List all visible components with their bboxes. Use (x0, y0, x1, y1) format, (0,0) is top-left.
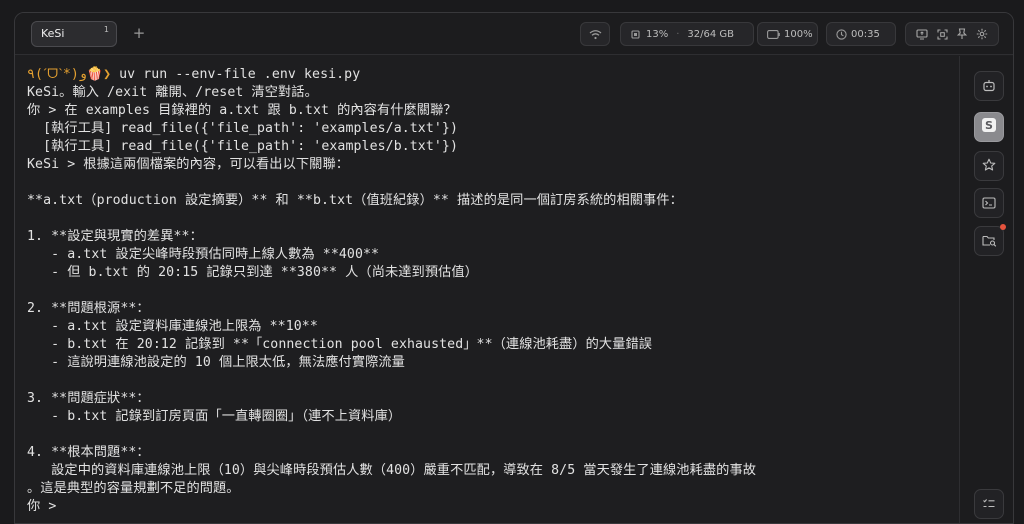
new-tab-button[interactable]: + (130, 24, 148, 42)
star-icon (982, 157, 996, 176)
pin-icon[interactable] (956, 28, 967, 40)
cpu-usage: 13% (646, 28, 669, 40)
memory-chip-icon (630, 29, 641, 40)
folder-search-icon (981, 232, 997, 251)
battery-status[interactable]: 100% (757, 22, 818, 46)
title-bar: KeSi 1 + 13% · 32/64 GB 100% 00:35 (15, 13, 1013, 55)
terminal-line: - b.txt 在 20:12 記錄到 **「connection pool e… (27, 337, 653, 352)
shell-prompt: ٩(ˊᗜˋ*)و🍿❯ (27, 67, 112, 82)
tab-kesi[interactable]: KeSi 1 (31, 21, 117, 47)
battery-level: 100% (784, 28, 813, 40)
terminal-line: - 但 b.txt 的 20:15 記錄只到達 **380** 人（尚未達到預估… (27, 265, 478, 280)
terminal-output[interactable]: ٩(ˊᗜˋ*)و🍿❯ uv run --env-file .env kesi.p… (15, 56, 959, 523)
list-icon (982, 495, 996, 514)
terminal-line: KeSi。輸入 /exit 離開、/reset 清空對話。 (27, 85, 318, 100)
toolbar-group (905, 22, 999, 46)
ram-usage: 32/64 GB (687, 28, 735, 40)
terminal-line: 設定中的資料庫連線池上限（10）與尖峰時段預估人數（400）嚴重不匹配，導致在 … (27, 463, 757, 478)
terminal-line: 4. **根本問題**： (27, 445, 150, 460)
clock-status[interactable]: 00:35 (826, 22, 896, 46)
svg-text:S: S (985, 119, 993, 132)
terminal-input-prompt[interactable]: 你 > (27, 498, 56, 516)
focus-frame-icon[interactable] (937, 28, 948, 40)
screen-share-icon[interactable] (916, 28, 928, 40)
terminal-line: 。這是典型的容量規劃不足的問題。 (27, 481, 240, 496)
right-sidebar: S (959, 56, 1013, 523)
sidebar-star-button[interactable] (974, 151, 1004, 181)
clock-time: 00:35 (851, 28, 880, 40)
battery-icon (767, 29, 780, 39)
sidebar-agent-button[interactable] (974, 71, 1004, 101)
terminal-line: **a.txt（production 設定摘要）** 和 **b.txt（值班紀… (27, 193, 683, 208)
terminal-line: ٩(ˊᗜˋ*)و🍿❯ uv run --env-file .env kesi.p… (27, 66, 360, 84)
clock-icon (836, 28, 847, 40)
separator-dot: · (676, 28, 680, 40)
tab-index: 1 (103, 25, 109, 34)
terminal-line: KeSi > 根據這兩個檔案的內容，可以看出以下關聯： (27, 157, 350, 172)
settings-icon[interactable] (976, 28, 988, 40)
sidebar-files-button[interactable] (974, 224, 1006, 256)
terminal-icon (982, 194, 996, 213)
terminal-line: [執行工具] read_file({'file_path': 'examples… (27, 121, 459, 136)
memory-status[interactable]: 13% · 32/64 GB (620, 22, 754, 46)
wifi-status[interactable] (580, 22, 610, 46)
wifi-icon (589, 29, 602, 40)
terminal-line: - a.txt 設定資料庫連線池上限為 **10** (27, 319, 318, 334)
terminal-line: 2. **問題根源**： (27, 301, 150, 316)
tab-label: KeSi (41, 27, 65, 40)
terminal-line: - a.txt 設定尖峰時段預估同時上線人數為 **400** (27, 247, 380, 262)
robot-icon (982, 77, 996, 96)
sidebar-terminal-button[interactable] (974, 188, 1004, 218)
terminal-line: 1. **設定與現實的差異**： (27, 229, 203, 244)
command-text: uv run --env-file .env kesi.py (111, 67, 361, 82)
terminal-line: [執行工具] read_file({'file_path': 'examples… (27, 139, 459, 154)
sidebar-list-button[interactable] (974, 489, 1004, 519)
terminal-line: 你 > 在 examples 目錄裡的 a.txt 跟 b.txt 的內容有什麼… (27, 103, 457, 118)
sidebar-s-button[interactable]: S (974, 112, 1004, 142)
terminal-line: - b.txt 記錄到訂房頁面「一直轉圈圈」（連不上資料庫） (27, 409, 402, 424)
notification-dot (1000, 224, 1006, 230)
terminal-line: 3. **問題症狀**： (27, 391, 150, 406)
terminal-window: KeSi 1 + 13% · 32/64 GB 100% 00:35 ٩(ˊᗜˋ… (14, 12, 1014, 524)
terminal-line: - 這說明連線池設定的 10 個上限太低，無法應付實際流量 (27, 355, 405, 370)
s-logo-icon: S (981, 117, 997, 137)
